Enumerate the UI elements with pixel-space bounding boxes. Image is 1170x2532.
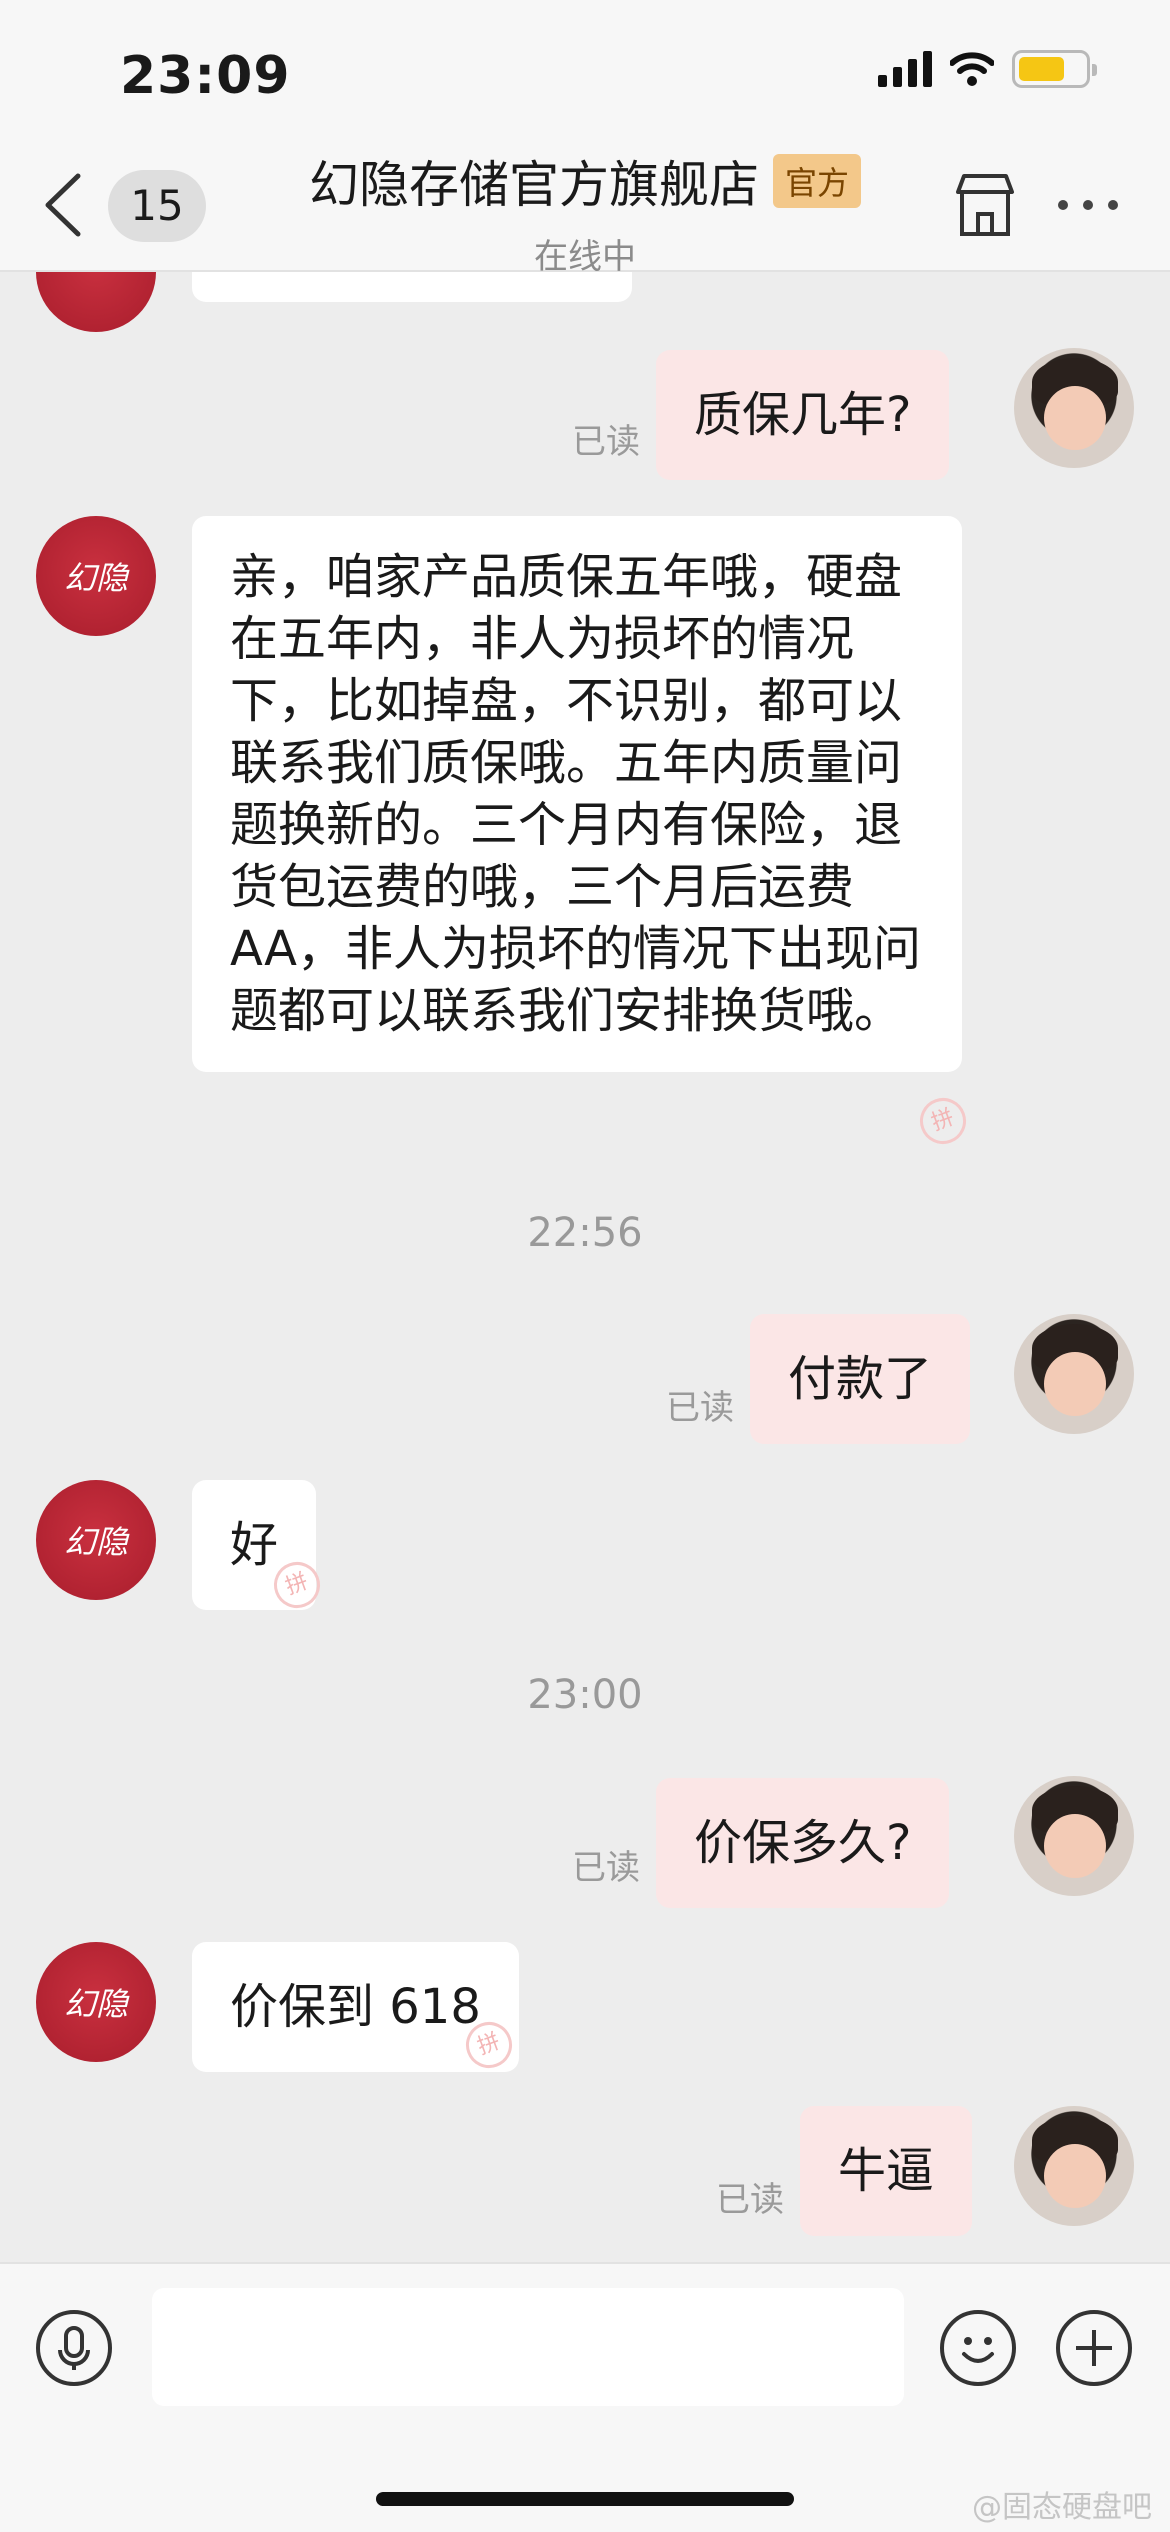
user-avatar[interactable] — [1014, 2106, 1134, 2226]
more-options-icon[interactable] — [1058, 170, 1118, 240]
top-bar: 23:09 15 幻隐存储官方旗舰店 官方 在线中 — [0, 0, 1170, 277]
voice-button[interactable] — [36, 2310, 112, 2386]
message-bubble-outgoing: 价保多久? — [656, 1778, 950, 1908]
microphone-icon — [58, 2326, 90, 2370]
status-icons — [878, 50, 1097, 88]
store-icon[interactable] — [952, 170, 1018, 240]
watermark: @固态硬盘吧 — [972, 2490, 1152, 2525]
wifi-icon — [950, 52, 994, 86]
shop-avatar[interactable] — [36, 272, 156, 332]
emoji-button[interactable] — [940, 2310, 1016, 2386]
battery-icon — [1012, 50, 1097, 88]
time-divider: 22:56 — [527, 1210, 643, 1256]
home-indicator[interactable] — [376, 2492, 794, 2506]
message-bubble-outgoing: 质保几年? — [656, 350, 950, 480]
plus-icon — [1076, 2330, 1112, 2366]
read-receipt: 已读 — [572, 422, 640, 462]
time-divider: 23:00 — [527, 1672, 643, 1718]
pin-stamp-icon: 拼 — [913, 1091, 973, 1151]
message-input[interactable] — [152, 2288, 904, 2406]
message-bubble-outgoing: 付款了 — [750, 1314, 971, 1444]
shop-avatar[interactable]: 幻隐 — [36, 516, 156, 636]
shop-name[interactable]: 幻隐存储官方旗舰店 — [309, 145, 759, 217]
official-badge: 官方 — [772, 154, 861, 208]
user-avatar[interactable] — [1014, 348, 1134, 468]
chat-area[interactable]: 已读 质保几年? 幻隐 亲，咱家产品质保五年哦，硬盘在五年内，非人为损坏的情况下… — [0, 272, 1170, 2260]
status-time: 23:09 — [120, 46, 291, 106]
signal-icon — [878, 51, 932, 87]
message-bubble-incoming: 亲，咱家产品质保五年哦，硬盘在五年内，非人为损坏的情况下，比如掉盘，不识别，都可… — [192, 516, 962, 1072]
read-receipt: 已读 — [572, 1848, 640, 1888]
more-actions-button[interactable] — [1056, 2310, 1132, 2386]
input-bar: @固态硬盘吧 — [0, 2262, 1170, 2532]
smiley-icon — [962, 2337, 994, 2363]
user-avatar[interactable] — [1014, 1776, 1134, 1896]
read-receipt: 已读 — [666, 1388, 734, 1428]
message-bubble-outgoing: 牛逼 — [800, 2106, 973, 2236]
shop-avatar[interactable]: 幻隐 — [36, 1942, 156, 2062]
read-receipt: 已读 — [716, 2180, 784, 2220]
shop-avatar[interactable]: 幻隐 — [36, 1480, 156, 1600]
user-avatar[interactable] — [1014, 1314, 1134, 1434]
